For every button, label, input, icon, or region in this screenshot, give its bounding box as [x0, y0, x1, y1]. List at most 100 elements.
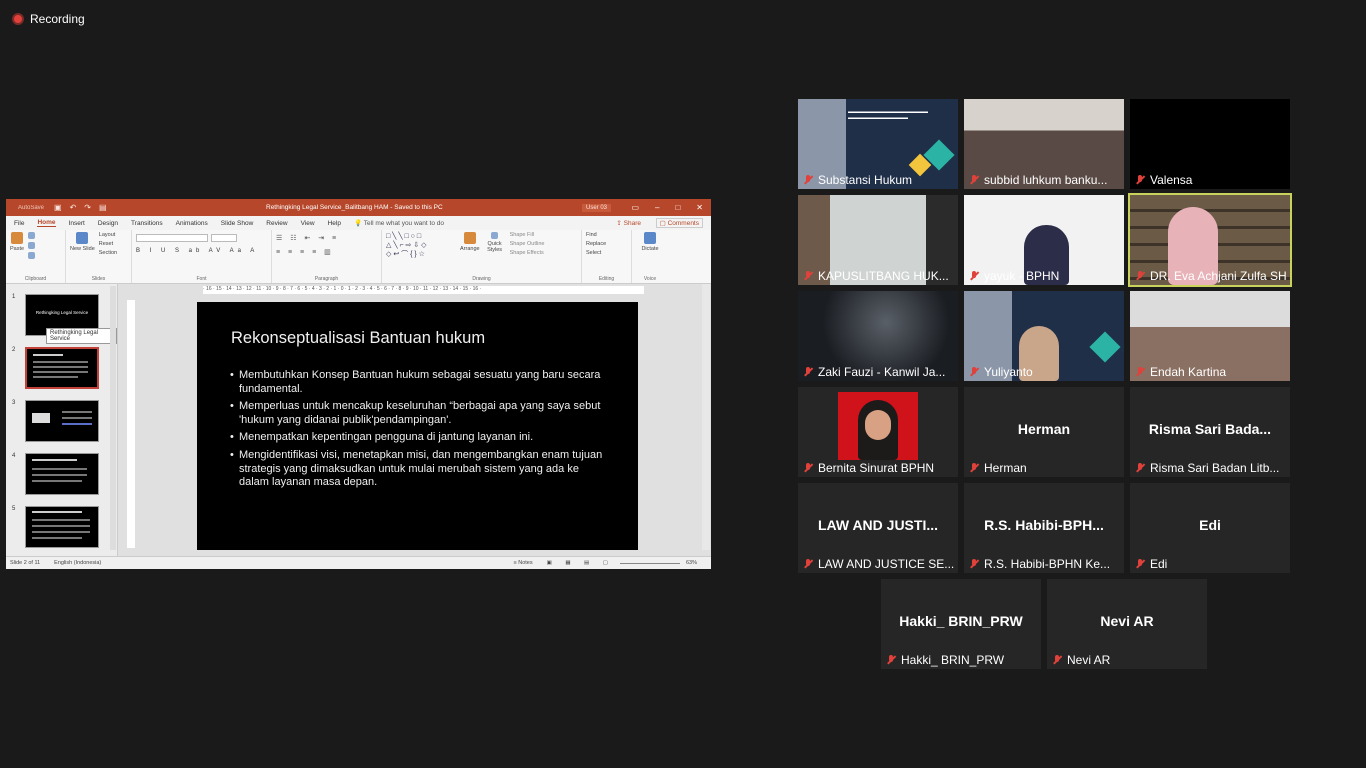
- slide-thumbnail-2[interactable]: [25, 347, 99, 389]
- autosave-toggle[interactable]: AutoSave: [18, 205, 44, 211]
- list-icons[interactable]: ☰ ☷ ⇤ ⇥ ≡: [276, 234, 377, 242]
- arrange-button[interactable]: Arrange: [460, 232, 480, 259]
- participant-display-name: Hakki_ BRIN_PRW: [899, 613, 1023, 629]
- participant-tile[interactable]: Yuliyanto: [964, 291, 1124, 381]
- user-account[interactable]: User 03: [582, 203, 612, 212]
- thumb-line: [33, 371, 88, 373]
- record-icon: [12, 13, 24, 25]
- participant-tile[interactable]: subbid luhkum banku...: [964, 99, 1124, 189]
- participant-display-name: LAW AND JUSTI...: [817, 517, 939, 533]
- new-slide-button[interactable]: New Slide: [70, 232, 95, 256]
- language-status[interactable]: English (Indonesia): [54, 560, 101, 566]
- participant-name: Bernita Sinurat BPHN: [802, 461, 954, 475]
- participant-name-text: Substansi Hukum: [818, 173, 913, 187]
- tab-review[interactable]: Review: [266, 220, 287, 227]
- slide-title[interactable]: Rekonseptualisasi Bantuan hukum: [231, 329, 485, 348]
- view-buttons[interactable]: ▣ ▦ ▤ ▢: [547, 560, 614, 566]
- muted-mic-icon: [968, 174, 980, 186]
- slide-canvas[interactable]: Rekonseptualisasi Bantuan hukum Membutuh…: [197, 302, 638, 550]
- tab-help[interactable]: Help: [328, 220, 341, 227]
- slide-thumbnail-3[interactable]: [25, 400, 99, 442]
- paste-button[interactable]: Paste: [10, 232, 24, 252]
- tab-transitions[interactable]: Transitions: [131, 220, 163, 227]
- slide-scrollbar[interactable]: [702, 284, 710, 550]
- banner-text-lines: ▬▬▬▬▬▬▬▬▬▬▬▬▬▬▬▬ ▬▬▬▬▬▬▬▬▬▬▬▬: [848, 109, 928, 121]
- participant-tile[interactable]: Endah Kartina: [1130, 291, 1290, 381]
- thumb-line: [32, 474, 87, 476]
- font-family-select[interactable]: [136, 234, 208, 242]
- tab-home[interactable]: Home: [37, 219, 56, 227]
- quick-styles-label: Quick Styles: [487, 241, 503, 253]
- replace-button[interactable]: Replace: [586, 241, 627, 247]
- shape-effects-button[interactable]: Shape Effects: [510, 250, 545, 256]
- copy-icon[interactable]: [28, 242, 36, 249]
- participant-tile[interactable]: Valensa: [1130, 99, 1290, 189]
- tab-view[interactable]: View: [301, 220, 315, 227]
- active-speaker-tile[interactable]: DR. Eva Achjani Zulfa SH...: [1128, 193, 1292, 287]
- tell-me-search[interactable]: 💡 Tell me what you want to do: [354, 219, 444, 227]
- participant-name: Substansi Hukum: [802, 173, 954, 187]
- thumbnail-scrollbar[interactable]: [110, 286, 116, 550]
- find-button[interactable]: Find: [586, 232, 627, 238]
- reset-button[interactable]: Reset: [99, 241, 117, 247]
- layout-button[interactable]: Layout: [99, 232, 117, 238]
- participant-tile[interactable]: LAW AND JUSTI... LAW AND JUSTICE SE...: [798, 483, 958, 573]
- participant-tile[interactable]: Edi Edi: [1130, 483, 1290, 573]
- tab-file[interactable]: File: [14, 220, 24, 227]
- minimize-icon[interactable]: –: [655, 203, 659, 212]
- tab-slide-show[interactable]: Slide Show: [221, 220, 254, 227]
- close-icon[interactable]: ✕: [696, 203, 703, 212]
- group-editing: Find Replace Select Editing: [582, 230, 632, 283]
- share-button[interactable]: ⇪ Share: [616, 219, 641, 227]
- participant-name: yayuk - BPHN: [968, 269, 1120, 283]
- font-format-icons[interactable]: B I U S ab AV Aa A: [136, 248, 267, 254]
- cut-icon[interactable]: [28, 232, 36, 239]
- quick-styles-button[interactable]: Quick Styles: [484, 232, 506, 259]
- slide-bullets[interactable]: Membutuhkan Konsep Bantuan hukum sebagai…: [230, 369, 605, 494]
- participant-tile[interactable]: KAPUSLITBANG HUK...: [798, 195, 958, 285]
- format-painter-icon[interactable]: [28, 252, 36, 259]
- select-button[interactable]: Select: [586, 250, 627, 256]
- font-size-select[interactable]: [211, 234, 237, 242]
- save-icon[interactable]: ▣: [54, 203, 62, 212]
- thumb-line: [32, 525, 90, 527]
- shape-outline-button[interactable]: Shape Outline: [510, 241, 545, 247]
- recording-indicator: Recording: [12, 12, 85, 26]
- participant-tile[interactable]: Hakki_ BRIN_PRW Hakki_ BRIN_PRW: [881, 579, 1041, 669]
- zoom-slider[interactable]: [619, 562, 680, 564]
- logo-shape: [1089, 331, 1121, 363]
- thumb-line: [33, 376, 78, 378]
- align-icons[interactable]: ≡ ≡ ≡ ≡ ▥: [276, 248, 377, 256]
- participant-tile[interactable]: Nevi AR Nevi AR: [1047, 579, 1207, 669]
- shapes-gallery[interactable]: □ ╲ ╲ □ ○ □ △ ╲ ⌐ ⇨ ⇩ ◇ ◇ ↩ ⌒ { } ☆: [386, 232, 456, 259]
- participant-tile[interactable]: Zaki Fauzi - Kanwil Ja...: [798, 291, 958, 381]
- participant-tile[interactable]: ▬▬▬▬▬▬▬▬▬▬▬▬▬▬▬▬ ▬▬▬▬▬▬▬▬▬▬▬▬ Substansi H…: [798, 99, 958, 189]
- group-voice: Dictate Voice: [632, 230, 668, 283]
- ribbon-display-icon[interactable]: ▭: [631, 203, 639, 212]
- group-slides: New Slide Layout Reset Section Slides: [66, 230, 132, 283]
- tab-design[interactable]: Design: [98, 220, 118, 227]
- slide-thumbnail-4[interactable]: [25, 453, 99, 495]
- participant-tile[interactable]: Herman Herman: [964, 387, 1124, 477]
- participant-name-text: Herman: [984, 461, 1027, 475]
- participant-tile[interactable]: R.S. Habibi-BPH... R.S. Habibi-BPHN Ke..…: [964, 483, 1124, 573]
- section-button[interactable]: Section: [99, 250, 117, 256]
- slide-thumbnail-5[interactable]: [25, 506, 99, 548]
- participant-tile[interactable]: Bernita Sinurat BPHN: [798, 387, 958, 477]
- comments-button[interactable]: ▢ Comments: [655, 218, 703, 228]
- redo-icon[interactable]: ↷: [84, 203, 91, 212]
- maximize-icon[interactable]: □: [675, 203, 680, 212]
- participant-tile[interactable]: yayuk - BPHN: [964, 195, 1124, 285]
- tab-animations[interactable]: Animations: [176, 220, 208, 227]
- present-icon[interactable]: ▤: [99, 203, 107, 212]
- shape-fill-button[interactable]: Shape Fill: [510, 232, 545, 238]
- tab-insert[interactable]: Insert: [69, 220, 85, 227]
- muted-mic-icon: [802, 366, 814, 378]
- dictate-button[interactable]: Dictate: [636, 232, 664, 252]
- undo-icon[interactable]: ↶: [70, 203, 77, 212]
- slides-group-label: Slides: [91, 276, 106, 282]
- thumb-line: [33, 361, 88, 363]
- participant-tile[interactable]: Risma Sari Bada... Risma Sari Badan Litb…: [1130, 387, 1290, 477]
- notes-button[interactable]: ≡ Notes: [513, 560, 532, 566]
- zoom-level[interactable]: 63%: [686, 560, 697, 566]
